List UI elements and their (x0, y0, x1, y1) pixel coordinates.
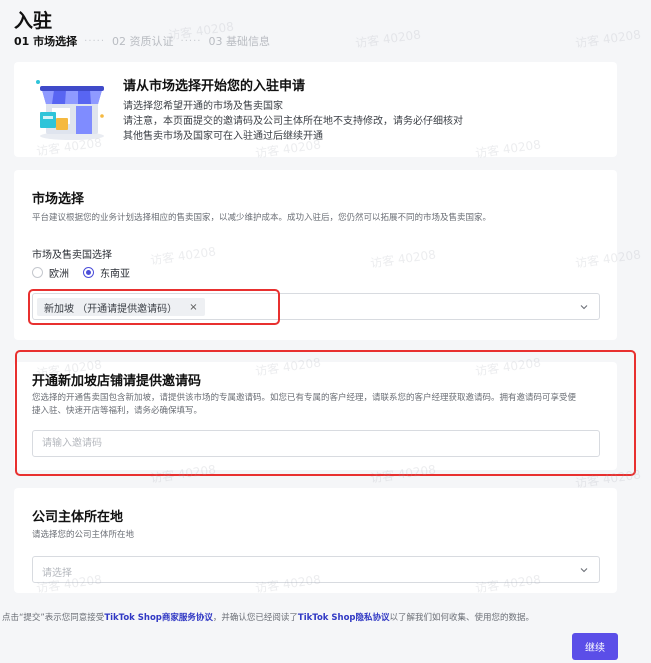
step-separator: ····· (180, 35, 202, 47)
agreement-note-prefix: 点击“提交”表示您同意接受 (2, 613, 105, 623)
company-select-placeholder: 请选择 (42, 568, 72, 579)
tag-close-icon[interactable]: × (189, 302, 197, 313)
company-location-card: 公司主体所在地 请选择您的公司主体所在地 请选择 (14, 488, 617, 593)
market-radio-group: 欧洲 东南亚 (32, 265, 144, 280)
continue-button[interactable]: 继续 (572, 633, 618, 660)
chevron-down-icon[interactable] (580, 303, 588, 311)
agreement-note: 点击“提交”表示您同意接受TikTok Shop商家服务协议，并确认您已经阅读了… (2, 611, 534, 623)
selected-country-tag-label: 新加坡 （开通请提供邀请码） (44, 303, 178, 315)
country-multi-select[interactable]: 新加坡 （开通请提供邀请码） × (32, 293, 600, 320)
step-separator: ····· (84, 35, 106, 47)
selected-country-tag: 新加坡 （开通请提供邀请码） × (37, 298, 205, 316)
company-section-title: 公司主体所在地 (32, 510, 124, 525)
watermark: 访客 40208 (574, 27, 642, 51)
intro-card: 请从市场选择开始您的入驻申请 请选择您希望开通的市场及售卖国家 请注意，本页面提… (14, 62, 617, 157)
step-market-selection: 01 市场选择 (14, 35, 78, 48)
agreement-note-suffix: 以了解我们如何收集、使用您的数据。 (389, 613, 535, 623)
invite-code-input[interactable] (32, 430, 600, 457)
invite-code-card: 开通新加坡店铺请提供邀请码 您选择的开通售卖国包含新加坡，请提供该市场的专属邀请… (14, 362, 617, 470)
step-qualification: 02 资质认证 (112, 35, 174, 48)
invite-description-line: 捷入驻、快速开店等福利，请务必确保填写。 (32, 406, 203, 416)
company-section-description: 请选择您的公司主体所在地 (32, 530, 135, 540)
step-indicator: 01 市场选择 ····· 02 资质认证 ····· 03 基础信息 (14, 33, 270, 49)
market-section-title: 市场选择 (32, 192, 85, 207)
page-title: 入驻 (14, 10, 53, 32)
radio-southeast-asia-label: 东南亚 (100, 269, 130, 280)
step-basic-info: 03 基础信息 (208, 35, 270, 48)
invite-section-description: 您选择的开通售卖国包含新加坡，请提供该市场的专属邀请码。如您已有专属的客户经理，… (32, 392, 576, 418)
privacy-policy-link[interactable]: TikTok Shop隐私协议 (298, 613, 390, 623)
market-section-description: 平台建议根据您的业务计划选择相应的售卖国家，以减少维护成本。成功入驻后，您仍然可… (32, 213, 492, 223)
invite-section-title: 开通新加坡店铺请提供邀请码 (32, 374, 202, 389)
merchant-agreement-link[interactable]: TikTok Shop商家服务协议 (104, 613, 213, 623)
radio-southeast-asia-circle[interactable] (83, 267, 94, 278)
radio-europe[interactable]: 欧洲 (32, 265, 69, 280)
market-selection-card: 市场选择 平台建议根据您的业务计划选择相应的售卖国家，以减少维护成本。成功入驻后… (14, 170, 617, 340)
storefront-icon (36, 80, 104, 140)
radio-southeast-asia[interactable]: 东南亚 (83, 265, 130, 280)
company-location-select[interactable]: 请选择 (32, 556, 600, 583)
radio-europe-circle[interactable] (32, 267, 43, 278)
watermark: 访客 40208 (354, 27, 422, 51)
intro-title: 请从市场选择开始您的入驻申请 (123, 79, 306, 94)
chevron-down-icon[interactable] (580, 566, 588, 574)
market-country-label: 市场及售卖国选择 (32, 250, 112, 261)
radio-europe-label: 欧洲 (49, 269, 69, 280)
intro-line: 请注意，本页面提交的邀请码及公司主体所在地不支持修改，请务必仔细核对 (123, 116, 463, 127)
invite-description-line: 您选择的开通售卖国包含新加坡，请提供该市场的专属邀请码。如您已有专属的客户经理，… (32, 393, 577, 403)
agreement-note-middle: ，并确认您已经阅读了 (212, 613, 298, 623)
intro-line: 其他售卖市场及国家可在入驻通过后继续开通 (123, 131, 323, 142)
intro-line: 请选择您希望开通的市场及售卖国家 (123, 101, 283, 112)
